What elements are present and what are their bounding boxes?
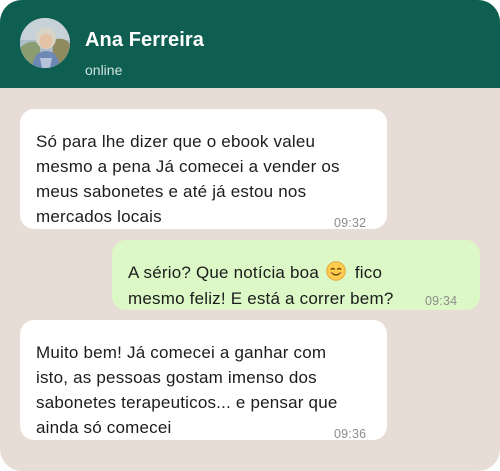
avatar-photo [20,18,70,68]
message-bubble-incoming[interactable]: Muito bem! Já comecei a ganhar com isto,… [20,320,387,441]
contact-avatar[interactable] [20,18,70,68]
smiling-face-icon [326,261,346,281]
message-text-segment: A sério? Que notícia boa [128,263,319,282]
message-text-line: A sério? Que notícia boa fico [128,260,382,285]
message-text-segment: fico [354,263,383,282]
message-timestamp: 09:36 [334,427,367,441]
message-timestamp: 09:32 [334,216,367,230]
message-timestamp: 09:34 [425,294,458,308]
contact-name: Ana Ferreira [85,29,205,51]
message-bubble-incoming[interactable]: Só para lhe dizer que o ebook valeu mesm… [20,109,387,230]
contact-status: online [85,62,123,78]
chat-screen: Ana Ferreira online Só para lhe dizer qu… [0,0,500,471]
message-bubble-outgoing[interactable]: A sério? Que notícia boa fico mesmo feli… [112,240,480,310]
message-text-line: mesmo feliz! E está a correr bem? [128,289,394,308]
chat-header[interactable]: Ana Ferreira online [0,0,500,88]
